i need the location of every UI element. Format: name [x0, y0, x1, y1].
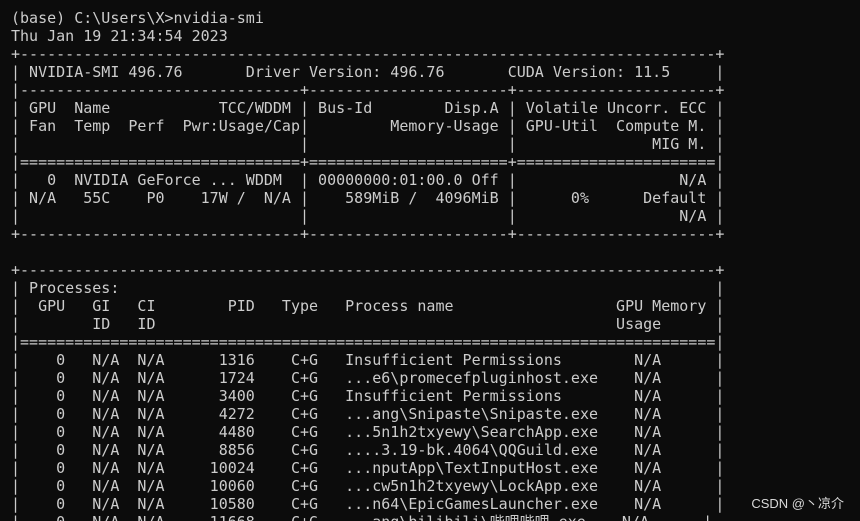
terminal-line: | GPU Name TCC/WDDM | Bus-Id Disp.A | Vo… [11, 99, 725, 117]
terminal-line: +---------------------------------------… [11, 45, 725, 63]
terminal-line: | | | N/A | [11, 207, 725, 225]
terminal-window[interactable]: (base) C:\Users\X>nvidia-smi Thu Jan 19 … [0, 0, 860, 521]
terminal-line: +-------------------------------+-------… [11, 225, 725, 243]
terminal-line: | 0 N/A N/A 11668 C+G ...ang\bilibili\哔哩… [11, 513, 712, 521]
terminal-line: | 0 N/A N/A 3400 C+G Insufficient Permis… [11, 387, 725, 405]
terminal-line: | 0 N/A N/A 1724 C+G ...e6\promecefplugi… [11, 369, 725, 387]
watermark: CSDN @丶凉介 [751, 496, 844, 511]
terminal-line: |=======================================… [11, 333, 725, 351]
terminal-line: | | | MIG M. | [11, 135, 725, 153]
terminal-line: | Fan Temp Perf Pwr:Usage/Cap| Memory-Us… [11, 117, 725, 135]
terminal-line: | 0 NVIDIA GeForce ... WDDM | 00000000:0… [11, 171, 725, 189]
terminal-line: | 0 N/A N/A 1316 C+G Insufficient Permis… [11, 351, 725, 369]
terminal-line: | 0 N/A N/A 4480 C+G ...5n1h2txyewy\Sear… [11, 423, 725, 441]
terminal-line: |-------------------------------+-------… [11, 81, 725, 99]
terminal-line: | ID ID Usage | [11, 315, 725, 333]
terminal-line: | 0 N/A N/A 10580 C+G ...n64\EpicGamesLa… [11, 495, 725, 513]
terminal-line: | N/A 55C P0 17W / N/A | 589MiB / 4096Mi… [11, 189, 725, 207]
terminal-line: (base) C:\Users\X>nvidia-smi [11, 9, 264, 27]
terminal-line: Thu Jan 19 21:34:54 2023 [11, 27, 228, 45]
terminal-line: | 0 N/A N/A 10060 C+G ...cw5n1h2txyewy\L… [11, 477, 725, 495]
terminal-line: | 0 N/A N/A 4272 C+G ...ang\Snipaste\Sni… [11, 405, 725, 423]
terminal-line: +---------------------------------------… [11, 261, 725, 279]
terminal-line: | GPU GI CI PID Type Process name GPU Me… [11, 297, 725, 315]
terminal-line: | 0 N/A N/A 10024 C+G ...nputApp\TextInp… [11, 459, 725, 477]
terminal-line: |===============================+=======… [11, 153, 725, 171]
terminal-line: | NVIDIA-SMI 496.76 Driver Version: 496.… [11, 63, 725, 81]
terminal-line: | 0 N/A N/A 8856 C+G ....3.19-bk.4064\QQ… [11, 441, 725, 459]
terminal-line: | Processes: | [11, 279, 725, 297]
